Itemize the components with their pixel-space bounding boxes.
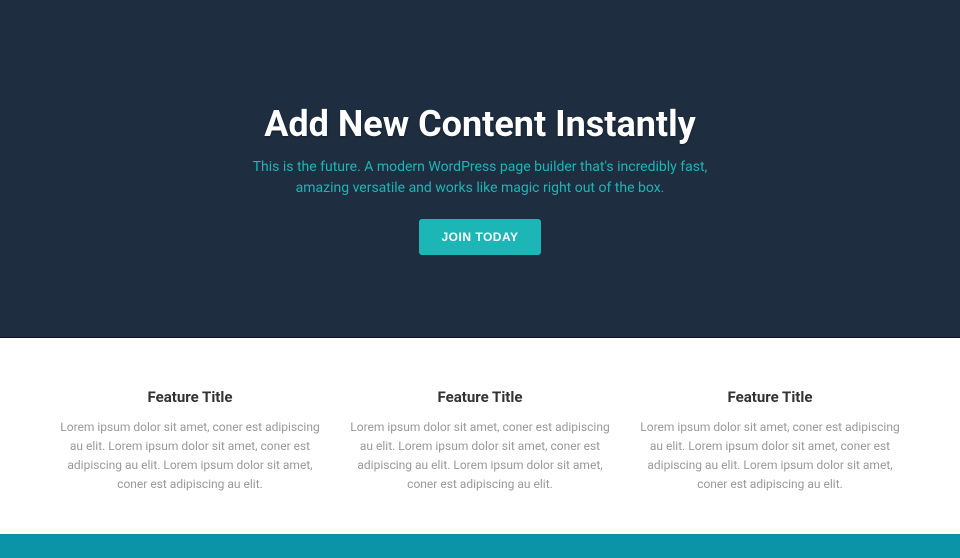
feature-title: Feature Title: [640, 388, 900, 406]
feature-desc: Lorem ipsum dolor sit amet, coner est ad…: [60, 418, 320, 495]
feature-card: Feature Title Lorem ipsum dolor sit amet…: [640, 388, 900, 495]
bottom-bar: [0, 534, 960, 558]
feature-desc: Lorem ipsum dolor sit amet, coner est ad…: [350, 418, 610, 495]
hero-subtitle: This is the future. A modern WordPress p…: [230, 157, 730, 199]
feature-card: Feature Title Lorem ipsum dolor sit amet…: [350, 388, 610, 495]
feature-title: Feature Title: [60, 388, 320, 406]
features-section: Feature Title Lorem ipsum dolor sit amet…: [0, 338, 960, 534]
feature-card: Feature Title Lorem ipsum dolor sit amet…: [60, 388, 320, 495]
join-today-button[interactable]: JOIN TODAY: [419, 219, 540, 255]
feature-desc: Lorem ipsum dolor sit amet, coner est ad…: [640, 418, 900, 495]
hero-title: Add New Content Instantly: [264, 103, 696, 145]
hero-section: Add New Content Instantly This is the fu…: [0, 0, 960, 338]
feature-title: Feature Title: [350, 388, 610, 406]
